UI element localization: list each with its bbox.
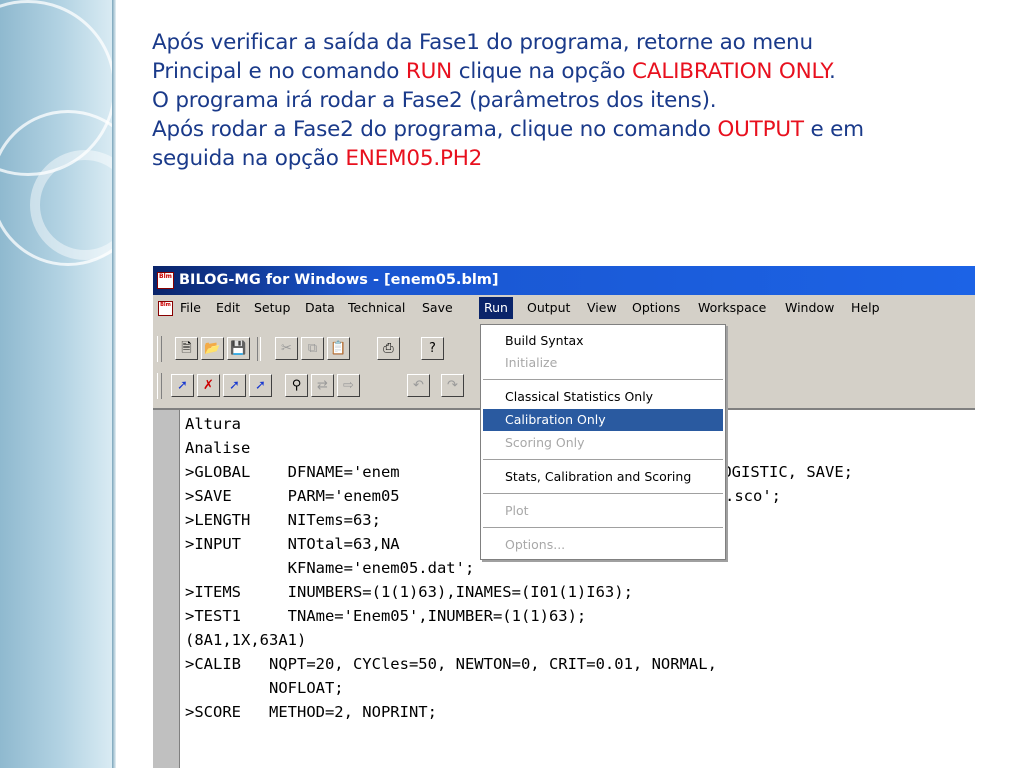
menu-options[interactable]: Options xyxy=(627,297,685,319)
menu-technical[interactable]: Technical xyxy=(343,297,410,319)
menu-item-plot[interactable]: Plot xyxy=(483,500,723,522)
instruction-text: Após rodar a Fase2 do programa, clique n… xyxy=(152,117,718,142)
menu-view[interactable]: View xyxy=(582,297,622,319)
document-icon[interactable]: Blm xyxy=(158,301,173,316)
find-icon[interactable]: ⚲ xyxy=(285,374,308,397)
find-next-icon[interactable]: ⇨ xyxy=(337,374,360,397)
editor-gutter xyxy=(153,410,180,768)
menu-run[interactable]: Run xyxy=(479,297,513,319)
menu-separator xyxy=(483,493,723,495)
code-line: >ITEMS INUMBERS=(1(1)63),INAMES=(I01(1)I… xyxy=(185,583,633,601)
menu-item-build-syntax[interactable]: Build Syntax xyxy=(483,330,723,352)
toolbar-grip[interactable] xyxy=(157,373,162,399)
instruction-text: Após verificar a saída da Fase1 do progr… xyxy=(152,30,813,55)
highlight-calibration-only: CALIBRATION ONLY xyxy=(632,59,829,84)
standard-toolbar: 🗎 📂 💾 ✂ ⧉ 📋 ⎙ ? xyxy=(153,332,483,366)
menu-item-calibration-only[interactable]: Calibration Only xyxy=(483,409,723,431)
menu-item-initialize[interactable]: Initialize xyxy=(483,352,723,374)
run-toolbar: ➚ ✗ ➚ ➚ ⚲ ⇄ ⇨ ↶ ↷ xyxy=(153,369,483,403)
highlight-run: RUN xyxy=(405,59,453,84)
menu-item-scoring-only[interactable]: Scoring Only xyxy=(483,432,723,454)
window-title-bar[interactable]: Blm BILOG-MG for Windows - [enem05.blm] xyxy=(153,266,975,295)
app-icon[interactable]: Blm xyxy=(157,272,174,289)
save-disk-icon[interactable]: 💾 xyxy=(227,337,250,360)
toolbar-grip[interactable] xyxy=(157,336,162,362)
menu-file[interactable]: File xyxy=(175,297,206,319)
menu-output[interactable]: Output xyxy=(522,297,575,319)
slide-divider xyxy=(112,0,116,768)
menu-workspace[interactable]: Workspace xyxy=(693,297,771,319)
print-icon[interactable]: ⎙ xyxy=(377,337,400,360)
instruction-text: e em xyxy=(803,117,864,142)
window-title: BILOG-MG for Windows - [enem05.blm] xyxy=(179,272,499,288)
step-back-icon[interactable]: ➚ xyxy=(249,374,272,397)
menu-bar: Blm File Edit Setup Data Technical Save … xyxy=(153,295,975,321)
code-line: (8A1,1X,63A1) xyxy=(185,631,307,649)
undo-icon[interactable]: ↶ xyxy=(407,374,430,397)
code-text: .sco'; xyxy=(725,487,781,505)
menu-separator xyxy=(483,459,723,461)
instruction-text: O programa irá rodar a Fase2 (parâmetros… xyxy=(152,88,717,113)
instruction-text: Principal e no comando xyxy=(152,59,406,84)
instruction-text: seguida na opção xyxy=(152,146,346,171)
menu-item-classical-statistics-only[interactable]: Classical Statistics Only xyxy=(483,386,723,408)
code-line: NOFLOAT; xyxy=(185,679,344,697)
menu-help[interactable]: Help xyxy=(846,297,885,319)
code-text: LOGISTIC, SAVE; xyxy=(713,463,853,481)
menu-window[interactable]: Window xyxy=(780,297,839,319)
menu-separator xyxy=(483,527,723,529)
code-text: >GLOBAL DFNAME='enem xyxy=(185,463,400,481)
menu-edit[interactable]: Edit xyxy=(211,297,245,319)
new-file-icon[interactable]: 🗎 xyxy=(175,337,198,360)
menu-data[interactable]: Data xyxy=(300,297,340,319)
menu-item-options[interactable]: Options... xyxy=(483,534,723,556)
slide-instructions: Após verificar a saída da Fase1 do progr… xyxy=(152,28,1012,173)
instruction-line: Após rodar a Fase2 do programa, clique n… xyxy=(152,115,1012,144)
run-dropdown-menu: Build Syntax Initialize Classical Statis… xyxy=(480,324,726,560)
instruction-line: seguida na opção ENEM05.PH2 xyxy=(152,144,1012,173)
step-up-icon[interactable]: ➚ xyxy=(223,374,246,397)
menu-item-stats-calibration-scoring[interactable]: Stats, Calibration and Scoring xyxy=(483,466,723,488)
copy-icon[interactable]: ⧉ xyxy=(301,337,324,360)
instruction-text: . xyxy=(828,59,836,84)
code-line: >CALIB NQPT=20, CYCles=50, NEWTON=0, CRI… xyxy=(185,655,717,673)
slide-decoration-band xyxy=(0,0,112,768)
open-folder-icon[interactable]: 📂 xyxy=(201,337,224,360)
instruction-line: O programa irá rodar a Fase2 (parâmetros… xyxy=(152,86,1012,115)
code-line: >TEST1 TNAme='Enem05',INUMBER=(1(1)63); xyxy=(185,607,587,625)
stop-arrow-icon[interactable]: ✗ xyxy=(197,374,220,397)
toolbar-separator xyxy=(257,337,261,361)
menu-separator xyxy=(483,379,723,381)
highlight-ph2-file: ENEM05.PH2 xyxy=(345,146,483,171)
instruction-text: clique na opção xyxy=(452,59,633,84)
instruction-line: Principal e no comando RUN clique na opç… xyxy=(152,57,1012,86)
code-text: >SAVE PARM='enem05 xyxy=(185,487,400,505)
paste-icon[interactable]: 📋 xyxy=(327,337,350,360)
run-arrow-icon[interactable]: ➚ xyxy=(171,374,194,397)
instruction-line: Após verificar a saída da Fase1 do progr… xyxy=(152,28,1012,57)
cut-icon[interactable]: ✂ xyxy=(275,337,298,360)
highlight-output: OUTPUT xyxy=(717,117,804,142)
menu-setup[interactable]: Setup xyxy=(249,297,295,319)
redo-icon[interactable]: ↷ xyxy=(441,374,464,397)
menu-save[interactable]: Save xyxy=(417,297,458,319)
code-line: >SCORE METHOD=2, NOPRINT; xyxy=(185,703,437,721)
find-replace-icon[interactable]: ⇄ xyxy=(311,374,334,397)
help-icon[interactable]: ? xyxy=(421,337,444,360)
